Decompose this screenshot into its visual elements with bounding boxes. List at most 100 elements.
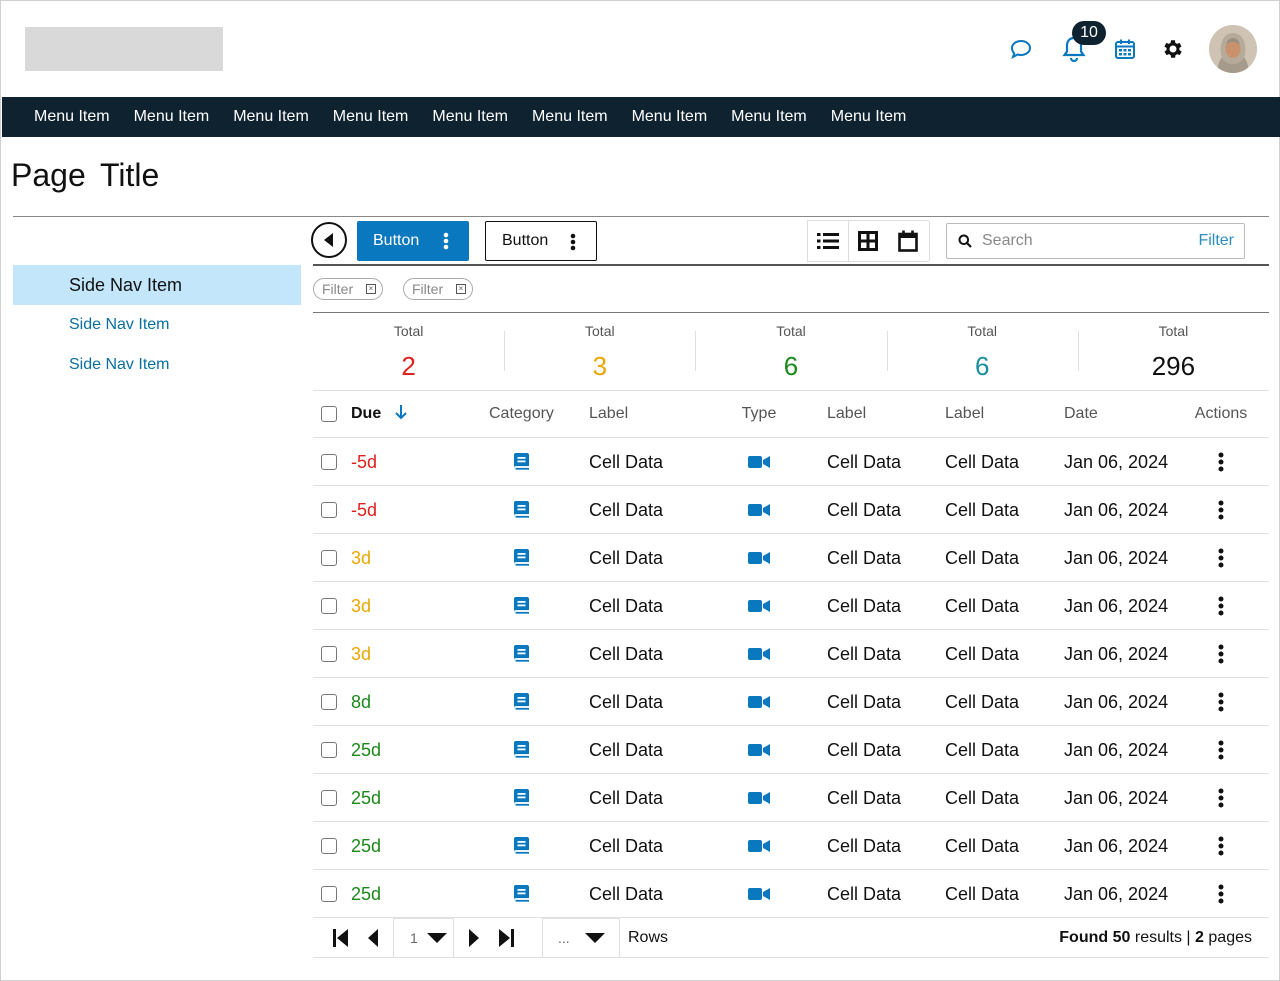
top-nav-item[interactable]: Menu Item xyxy=(719,97,819,137)
calendar-view-icon[interactable] xyxy=(888,221,928,261)
table-row[interactable]: 25d Cell Data Cell Data Cell Data Jan 06, 20… xyxy=(313,774,1269,822)
side-nav-item[interactable]: Side Nav Item xyxy=(13,305,301,345)
cell: Cell Data xyxy=(827,884,902,904)
row-checkbox[interactable] xyxy=(321,742,337,758)
cell: Cell Data xyxy=(945,596,1020,616)
found-count: 50 xyxy=(1112,929,1131,946)
cell: Cell Data xyxy=(945,884,1020,904)
column-header-label[interactable]: Label xyxy=(945,390,984,438)
kebab-menu-icon[interactable] xyxy=(1189,726,1253,774)
secondary-button[interactable]: Button xyxy=(485,221,597,261)
due-cell: -5d xyxy=(351,452,378,472)
primary-button[interactable]: Button xyxy=(357,221,469,261)
first-page-icon[interactable] xyxy=(329,926,353,950)
row-checkbox[interactable] xyxy=(321,454,337,470)
column-header-category[interactable]: Category xyxy=(489,390,554,438)
cell: Cell Data xyxy=(827,740,902,760)
chevron-down-icon xyxy=(584,933,605,943)
list-view-icon[interactable] xyxy=(808,221,848,261)
summary-label: Total xyxy=(585,323,615,339)
book-icon xyxy=(489,870,553,918)
grid-view-icon[interactable] xyxy=(848,221,888,261)
video-camera-icon xyxy=(733,726,785,774)
row-checkbox[interactable] xyxy=(321,886,337,902)
avatar[interactable] xyxy=(1209,25,1257,73)
column-header-type[interactable]: Type xyxy=(733,390,785,438)
kebab-menu-icon[interactable] xyxy=(1189,534,1253,582)
filter-chip[interactable]: Filter × xyxy=(313,278,383,300)
top-nav-item[interactable]: Menu Item xyxy=(221,97,321,137)
summary-label: Total xyxy=(776,323,806,339)
table-row[interactable]: 3d Cell Data Cell Data Cell Data Jan 06, 202… xyxy=(313,630,1269,678)
kebab-menu-icon[interactable] xyxy=(1189,870,1253,918)
date-cell: Jan 06, 2024 xyxy=(1064,740,1169,760)
table-row[interactable]: 8d Cell Data Cell Data Cell Data Jan 06, 202… xyxy=(313,678,1269,726)
column-header-date[interactable]: Date xyxy=(1064,390,1098,438)
table-row[interactable]: 25d Cell Data Cell Data Cell Data Jan 06, 20… xyxy=(313,822,1269,870)
summary-label: Total xyxy=(1158,323,1189,339)
column-header-label[interactable]: Label xyxy=(827,390,866,438)
close-icon[interactable]: × xyxy=(456,284,466,294)
last-page-icon[interactable] xyxy=(494,926,518,950)
table-header-row: Due Category Label Type Label Label Date… xyxy=(313,390,1269,438)
table-row[interactable]: 25d Cell Data Cell Data Cell Data Jan 06, 20… xyxy=(313,870,1269,918)
pagination: 1 ... Rows Found 50 results | 2 pages xyxy=(313,918,1269,958)
video-camera-icon xyxy=(733,822,785,870)
collapse-sidebar-button[interactable] xyxy=(311,222,347,258)
row-checkbox[interactable] xyxy=(321,550,337,566)
table-row[interactable]: 3d Cell Data Cell Data Cell Data Jan 06, 202… xyxy=(313,582,1269,630)
side-nav-item[interactable]: Side Nav Item xyxy=(13,345,301,385)
previous-page-icon[interactable] xyxy=(361,926,385,950)
side-nav-item-active[interactable]: Side Nav Item xyxy=(13,265,301,305)
due-cell: 25d xyxy=(351,788,382,808)
top-nav-item[interactable]: Menu Item xyxy=(122,97,222,137)
gear-icon[interactable] xyxy=(1161,37,1185,61)
summary-total: Total 2 xyxy=(313,313,504,390)
row-checkbox[interactable] xyxy=(321,790,337,806)
search-filter-link[interactable]: Filter xyxy=(1198,232,1234,250)
kebab-menu-icon[interactable] xyxy=(1189,774,1253,822)
table-body: -5d Cell Data Cell Data Cell Data Jan 06, 20… xyxy=(313,438,1269,918)
top-nav-item[interactable]: Menu Item xyxy=(321,97,421,137)
top-nav-item[interactable]: Menu Item xyxy=(420,97,520,137)
cell: Cell Data xyxy=(589,548,664,568)
kebab-menu-icon[interactable] xyxy=(1189,630,1253,678)
next-page-icon[interactable] xyxy=(462,926,486,950)
summary-total: Total 296 xyxy=(1077,313,1269,390)
row-checkbox[interactable] xyxy=(321,694,337,710)
cell: Cell Data xyxy=(945,836,1020,856)
row-checkbox[interactable] xyxy=(321,838,337,854)
kebab-menu-icon[interactable] xyxy=(1189,822,1253,870)
column-header-label[interactable]: Label xyxy=(589,390,628,438)
row-checkbox[interactable] xyxy=(321,598,337,614)
kebab-menu-icon[interactable] xyxy=(1189,678,1253,726)
calendar-icon[interactable] xyxy=(1113,37,1137,61)
due-cell: -5d xyxy=(351,500,378,520)
column-header-due[interactable]: Due xyxy=(351,390,408,438)
page-select[interactable]: 1 xyxy=(393,918,454,958)
table-row[interactable]: -5d Cell Data Cell Data Cell Data Jan 06, 20… xyxy=(313,486,1269,534)
search-input[interactable] xyxy=(982,232,1182,250)
top-nav-item[interactable]: Menu Item xyxy=(819,97,919,137)
select-all-checkbox[interactable] xyxy=(321,406,337,422)
secondary-button-label: Button xyxy=(502,232,549,249)
top-nav-item[interactable]: Menu Item xyxy=(520,97,620,137)
top-nav-item[interactable]: Menu Item xyxy=(22,97,122,137)
cell: Cell Data xyxy=(589,836,664,856)
table-row[interactable]: 3d Cell Data Cell Data Cell Data Jan 06, 202… xyxy=(313,534,1269,582)
top-nav-item[interactable]: Menu Item xyxy=(620,97,720,137)
row-checkbox[interactable] xyxy=(321,646,337,662)
kebab-menu-icon[interactable] xyxy=(1189,438,1253,486)
rows-per-page-select[interactable]: ... xyxy=(542,918,620,958)
kebab-menu-icon[interactable] xyxy=(1189,582,1253,630)
more-vertical-icon xyxy=(570,233,576,256)
table-row[interactable]: -5d Cell Data Cell Data Cell Data Jan 06, 20… xyxy=(313,438,1269,486)
kebab-menu-icon[interactable] xyxy=(1189,486,1253,534)
sort-descending-icon xyxy=(394,405,407,420)
chat-icon[interactable] xyxy=(1009,37,1033,61)
filter-chip[interactable]: Filter × xyxy=(403,278,473,300)
table-row[interactable]: 25d Cell Data Cell Data Cell Data Jan 06, 20… xyxy=(313,726,1269,774)
row-checkbox[interactable] xyxy=(321,502,337,518)
summary-total: Total 6 xyxy=(695,313,886,390)
close-icon[interactable]: × xyxy=(366,284,376,294)
